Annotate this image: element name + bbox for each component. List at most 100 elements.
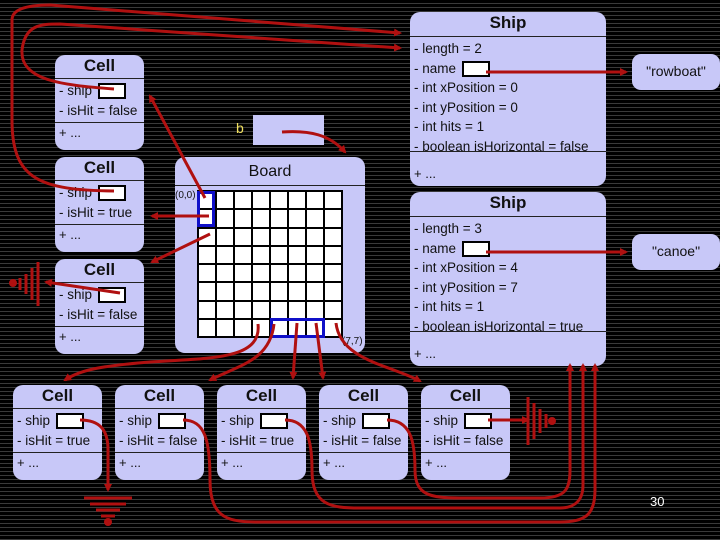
- board-cell: [289, 283, 305, 300]
- board-cell: [199, 228, 215, 245]
- attr-ishit: - isHit = false: [425, 432, 504, 448]
- board-cell: [307, 246, 323, 263]
- attr-ishorizontal: - boolean isHorizontal = true: [414, 318, 584, 334]
- cell-attributes: - ship - isHit = false: [115, 409, 204, 453]
- attr-ishit: - isHit = true: [17, 432, 91, 448]
- origin-label: (0,0): [175, 190, 196, 201]
- board-cell: [289, 228, 305, 245]
- cell-operations: + ...: [425, 455, 448, 470]
- board-cell: [217, 228, 233, 245]
- attr-ishit: - isHit = true: [59, 204, 133, 220]
- attr-ishit: - isHit = true: [221, 432, 295, 448]
- board-cell: [253, 246, 269, 263]
- cell-attributes: - ship - isHit = false: [421, 409, 510, 453]
- ship-operations: + ...: [414, 346, 437, 361]
- board-cell: [253, 265, 269, 282]
- board-cell: [253, 228, 269, 245]
- board-cell: [325, 228, 341, 245]
- board-cell: [199, 246, 215, 263]
- board-cell: [253, 301, 269, 318]
- ship-attributes: - length = 2 - name - int xPosition = 0 …: [410, 37, 606, 154]
- attr-ship: - ship: [59, 183, 140, 203]
- board-cell: [217, 283, 233, 300]
- board-cell: [199, 301, 215, 318]
- ship-operations: + ...: [414, 166, 437, 181]
- ship-object-rowboat: Ship - length = 2 - name - int xPosition…: [410, 12, 606, 186]
- cell-title: Cell: [55, 157, 144, 181]
- ship-attributes: - length = 3 - name - int xPosition = 4 …: [410, 217, 606, 334]
- string-canoe: "canoe": [632, 234, 720, 270]
- ship-title: Ship: [410, 192, 606, 217]
- cell-operations: + ...: [17, 455, 40, 470]
- cell-object: Cell - ship - isHit = true + ...: [55, 157, 144, 252]
- ship-ref-box: [98, 83, 127, 100]
- board-cell: [307, 210, 323, 227]
- attr-ship: - ship: [425, 411, 506, 431]
- cell-title: Cell: [421, 385, 510, 409]
- cell-title: Cell: [55, 55, 144, 79]
- null-ground-icon-bottom: [84, 496, 132, 526]
- board-cell: [307, 283, 323, 300]
- attr-ishorizontal: - boolean isHorizontal = false: [414, 138, 589, 154]
- attr-ship: - ship: [17, 411, 98, 431]
- attr-xposition: - int xPosition = 4: [414, 260, 518, 275]
- cell-title: Cell: [217, 385, 306, 409]
- board-cell: [217, 246, 233, 263]
- name-ref-box: [462, 240, 491, 257]
- board-cell: [199, 319, 215, 336]
- board-cell: [235, 228, 251, 245]
- board-cell: [325, 283, 341, 300]
- cell-object: Cell - ship - isHit = false + ...: [421, 385, 510, 480]
- board-cell: [307, 301, 323, 318]
- cell-attributes: - ship - isHit = false: [319, 409, 408, 453]
- board-cell: [217, 210, 233, 227]
- ship-ref-box: [362, 413, 391, 430]
- attr-ship: - ship: [59, 285, 140, 305]
- attr-length: - length = 3: [414, 221, 482, 236]
- attr-yposition: - int yPosition = 7: [414, 279, 518, 295]
- board-cell: [253, 319, 269, 336]
- board-cell: [217, 319, 233, 336]
- ship-ref-box: [98, 185, 127, 202]
- board-cell: [307, 228, 323, 245]
- attr-ship: - ship: [119, 411, 200, 431]
- cell-object: Cell - ship - isHit = false + ...: [319, 385, 408, 480]
- ship-ref-box: [98, 287, 127, 304]
- cell-operations: + ...: [59, 125, 82, 140]
- name-ref-box: [462, 60, 491, 77]
- attr-length: - length = 2: [414, 41, 482, 56]
- attr-name: - name: [414, 59, 602, 79]
- board-cell: [325, 246, 341, 263]
- board-cell: [307, 265, 323, 282]
- attr-ship: - ship: [323, 411, 404, 431]
- page-number: 30: [650, 494, 665, 509]
- board-cell: [307, 192, 323, 209]
- board-title: Board: [175, 157, 365, 186]
- cell-attributes: - ship - isHit = false: [55, 283, 144, 327]
- cell-object: Cell - ship - isHit = false + ...: [115, 385, 204, 480]
- board-cell: [235, 319, 251, 336]
- cell-operations: + ...: [221, 455, 244, 470]
- attr-xposition: - int xPosition = 0: [414, 80, 518, 95]
- cell-object: Cell - ship - isHit = false + ...: [55, 259, 144, 354]
- board-ref-label: b: [236, 120, 244, 136]
- attr-name: - name: [414, 239, 602, 259]
- attr-ishit: - isHit = false: [323, 432, 402, 448]
- cell-operations: + ...: [59, 329, 82, 344]
- cell-operations: + ...: [323, 455, 346, 470]
- string-rowboat: "rowboat": [632, 54, 720, 90]
- cell-highlight-0-0: [197, 191, 215, 227]
- cell-highlight-row7: [270, 318, 325, 338]
- attr-hits: - int hits = 1: [414, 299, 485, 314]
- board-cell: [289, 265, 305, 282]
- cell-attributes: - ship - isHit = true: [55, 181, 144, 225]
- board-cell: [217, 192, 233, 209]
- board-cell: [271, 210, 287, 227]
- board-cell: [199, 265, 215, 282]
- attr-ship: - ship: [59, 81, 140, 101]
- board-grid: [197, 190, 343, 338]
- attr-ship: - ship: [221, 411, 302, 431]
- attr-ishit: - isHit = false: [59, 102, 138, 118]
- cell-title: Cell: [55, 259, 144, 283]
- cell-title: Cell: [319, 385, 408, 409]
